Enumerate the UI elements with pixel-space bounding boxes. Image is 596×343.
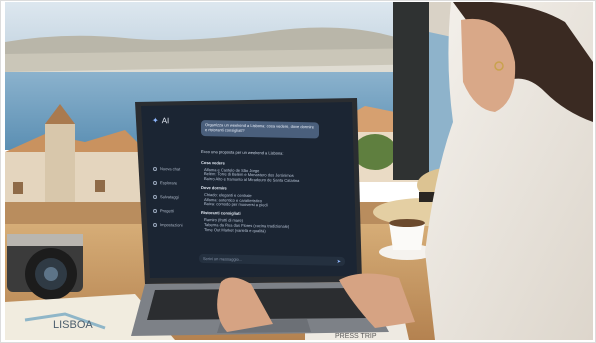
tree [353,134,397,170]
user-message: Organizza un weekend a Lisbona: cosa ved… [201,119,319,139]
image-frame: LISBOA PRESS TRIP ✦ AI Nuova chat Esplor… [0,0,596,343]
sidebar-item-explore[interactable]: Esplorare [153,176,191,191]
brand-label: AI [161,116,170,126]
sidebar-item-settings[interactable]: Impostazioni [153,218,191,233]
folder-icon [153,208,157,214]
sidebar-item-saved[interactable]: Salvataggi [153,190,191,205]
gear-icon [153,222,157,228]
app-brand: ✦ AI [152,116,169,126]
bookmark-icon [153,194,157,200]
map-label: LISBOA [53,319,93,331]
window-mullion [393,2,429,180]
sparkle-icon: ✦ [152,115,159,126]
photo: LISBOA PRESS TRIP ✦ AI Nuova chat Esplor… [5,2,593,340]
chat-icon [153,166,157,172]
message-input[interactable]: Scrivi un messaggio... ➤ [199,253,345,267]
sidebar-item-projects[interactable]: Progetti [153,204,191,219]
response-lead: Ecco una proposta per un weekend a Lisbo… [201,148,284,156]
booklet-label: PRESS TRIP [335,333,377,340]
send-icon[interactable]: ➤ [337,259,341,265]
sidebar-item-new-chat[interactable]: Nuova chat [153,162,191,177]
input-placeholder: Scrivi un messaggio... [203,255,243,262]
ai-chat-app: ✦ AI Nuova chat Esplorare Salvataggi Pro… [145,104,353,268]
compass-icon [153,180,157,186]
church-tower [45,124,75,204]
assistant-response: Ecco una proposta per un weekend a Lisbo… [201,148,341,235]
chat-panel: Organizza un weekend a Lisbona: cosa ved… [197,114,347,267]
sidebar: Nuova chat Esplorare Salvataggi Progetti… [153,162,191,233]
